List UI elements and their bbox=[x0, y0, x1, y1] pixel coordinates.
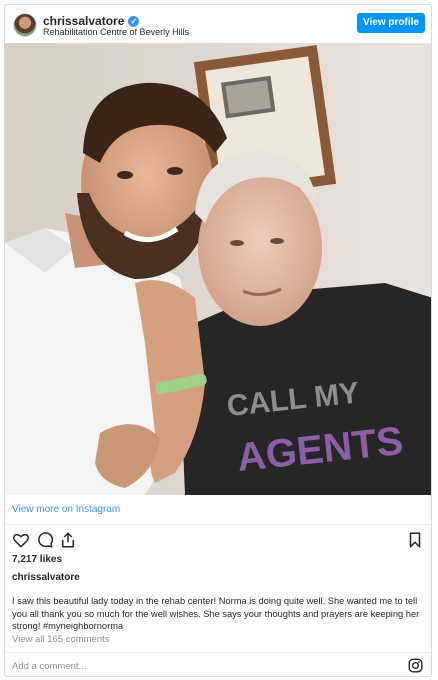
caption-username[interactable]: chrissalvatore bbox=[12, 572, 80, 583]
post-header: chrissalvatore ✓ Rehabilitation Centre o… bbox=[5, 5, 431, 43]
verified-badge-icon: ✓ bbox=[128, 15, 140, 27]
share-icon[interactable] bbox=[59, 531, 77, 549]
username-row: chrissalvatore ✓ bbox=[43, 14, 140, 28]
caption-text: I saw this beautiful lady today in the r… bbox=[12, 596, 420, 631]
action-bar bbox=[5, 527, 431, 551]
likes-count[interactable]: 7,217 likes bbox=[12, 554, 62, 565]
add-comment-input[interactable] bbox=[12, 659, 392, 673]
comment-bar bbox=[5, 652, 431, 676]
comment-icon[interactable] bbox=[36, 531, 54, 549]
instagram-logo-icon[interactable] bbox=[408, 658, 423, 673]
view-profile-button[interactable]: View profile bbox=[357, 13, 425, 33]
location-link[interactable]: Rehabilitation Centre of Beverly Hills bbox=[43, 27, 189, 37]
heart-icon[interactable] bbox=[12, 531, 30, 549]
post-photo[interactable]: CALL MY AGENTS bbox=[5, 43, 431, 495]
avatar[interactable] bbox=[13, 13, 37, 37]
post-photo-image: CALL MY AGENTS bbox=[5, 43, 431, 495]
bookmark-icon[interactable] bbox=[406, 531, 424, 549]
view-more-link[interactable]: View more on Instagram bbox=[5, 495, 431, 525]
view-all-comments-link[interactable]: View all 165 comments bbox=[12, 634, 110, 645]
instagram-embed: chrissalvatore ✓ Rehabilitation Centre o… bbox=[4, 4, 432, 677]
username-link[interactable]: chrissalvatore bbox=[43, 14, 124, 28]
